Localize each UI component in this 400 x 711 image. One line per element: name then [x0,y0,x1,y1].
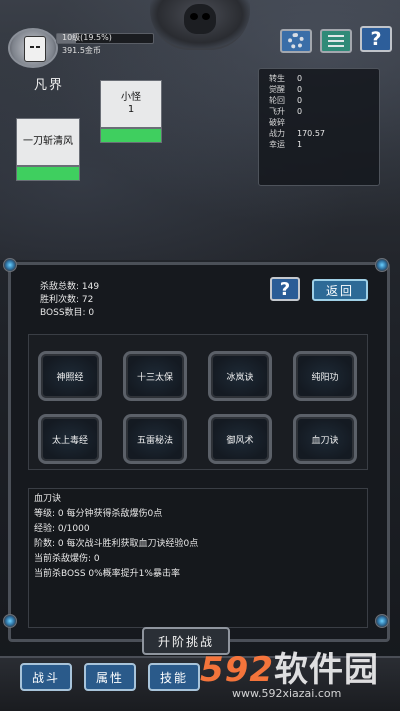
nav-skills-button[interactable]: 技能 [148,663,200,691]
corner-gem-icon [3,258,17,272]
help-button[interactable]: ? [360,26,392,52]
stat-label: 轮回 [269,96,285,105]
watermark-url: www.592xiazai.com [232,687,342,700]
skill-name: 血刀诀 [34,494,62,504]
stat-label: 飞升 [269,107,285,116]
skill-button[interactable]: 冰岚诀 [208,351,272,401]
stat-row: 飞升 0 [269,106,369,117]
skill-button[interactable]: 神照经 [38,351,102,401]
watermark-logo: 592软件园 [200,650,379,690]
skill-button[interactable]: 纯阳功 [293,351,357,401]
stat-value: 1 [297,140,303,149]
skill-button[interactable]: 十三太保 [123,351,187,401]
skull-ornament-icon [184,4,216,34]
stat-label: 战力 [269,129,285,138]
kill-info: 杀敌总数: 149 胜利次数: 72 BOSS数目: 0 [40,281,99,320]
settings-button[interactable] [280,29,312,53]
level-text: 10级(19.5%) [62,33,112,42]
stat-value: 0 [297,96,303,105]
stat-value: 0 [297,85,303,94]
avatar[interactable] [8,28,58,68]
stat-row: 觉醒 0 [269,84,369,95]
player-card[interactable]: 一刀斩清风 [16,118,80,166]
corner-gem-icon [375,614,389,628]
skill-button[interactable]: 血刀诀 [293,414,357,464]
skill-level: 等级: 0 每分钟获得杀敌爆伤0点 [34,509,163,519]
corner-gem-icon [3,614,17,628]
back-button[interactable]: 返回 [312,279,368,301]
menu-icon [328,35,344,47]
corner-gem-icon [375,258,389,272]
stat-row: 轮回 0 [269,95,369,106]
gold-amount: 391.5金币 [62,46,101,55]
realm-label: 凡界 [34,78,65,93]
win-count: 胜利次数: 72 [40,295,94,305]
skills-help-button[interactable]: ? [270,277,300,301]
gear-icon [288,33,304,49]
stat-label: 转生 [269,74,285,83]
stat-value: 0 [297,74,303,83]
skill-exp: 经验: 0/1000 [34,524,90,534]
skill-button[interactable]: 五雷秘法 [123,414,187,464]
avatar-face-icon [24,36,46,62]
stat-label: 幸运 [269,140,285,149]
skill-crit: 当前杀敌爆伤: 0 [34,554,100,564]
stat-row: 破碎 [269,117,369,128]
nav-battle-button[interactable]: 战斗 [20,663,72,691]
stat-label: 破碎 [269,118,285,127]
stat-row: 战力 170.57 [269,128,369,139]
stats-panel: 转生 0 觉醒 0 轮回 0 飞升 0 破碎战力 170.57 幸运 1 [258,68,380,186]
skill-description: 血刀诀 等级: 0 每分钟获得杀敌爆伤0点 经验: 0/1000 阶数: 0 每… [34,492,198,582]
nav-attributes-button[interactable]: 属性 [84,663,136,691]
monster-card[interactable]: 小怪 1 [100,80,162,128]
menu-button[interactable] [320,29,352,53]
monster-hp-bar [100,128,162,143]
skill-rank: 阶数: 0 每次战斗胜利获取血刀诀经验0点 [34,539,199,549]
monster-count: 1 [127,104,135,115]
skill-button[interactable]: 太上毒经 [38,414,102,464]
stat-value: 0 [297,107,303,116]
stat-row: 转生 0 [269,73,369,84]
total-kills: 杀敌总数: 149 [40,282,100,292]
monster-name: 小怪 [121,92,141,103]
boss-count: BOSS数目: 0 [40,308,95,318]
stat-label: 觉醒 [269,85,285,94]
skill-button[interactable]: 御风术 [208,414,272,464]
player-hp-bar [16,166,80,181]
stat-row: 幸运 1 [269,139,369,150]
skill-boss: 当前杀BOSS 0%概率提升1%暴击率 [34,569,180,579]
stat-value: 170.57 [297,129,325,138]
player-name: 一刀斩清风 [23,136,73,147]
